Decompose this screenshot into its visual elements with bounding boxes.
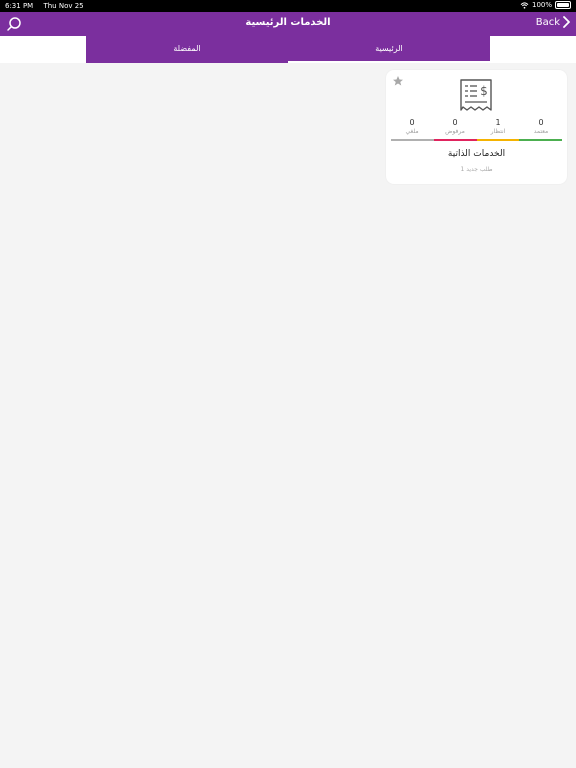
stat-cancelled: 0 ملغي	[390, 118, 434, 135]
stat-value: 0	[538, 118, 544, 127]
service-card[interactable]: $ 0 معتمد 1 انتظار 0 مرفوض 0 ملغي الخدما…	[386, 70, 567, 184]
back-button[interactable]: Back	[536, 16, 570, 28]
bar-rejected	[433, 139, 477, 141]
stat-value: 1	[495, 118, 501, 127]
wifi-icon	[520, 1, 529, 9]
battery-icon	[555, 1, 571, 9]
tab-active-indicator	[288, 61, 490, 63]
status-bar: 6:31 PM Thu Nov 25 100%	[0, 0, 576, 12]
service-name: الخدمات الذاتية	[447, 149, 506, 159]
stat-pending: 1 انتظار	[476, 118, 520, 135]
chevron-right-icon	[563, 16, 570, 28]
tab-bar: المفضلة الرئيسية	[86, 36, 490, 63]
tabs-right-spacer	[490, 36, 576, 63]
tab-favorites[interactable]: المفضلة	[86, 36, 288, 63]
battery-percent: 100%	[531, 1, 552, 9]
stat-value: 0	[409, 118, 415, 127]
stat-value: 0	[452, 118, 458, 127]
receipt-dollar-icon: $	[460, 79, 492, 111]
tab-main[interactable]: الرئيسية	[288, 36, 490, 63]
bar-approved	[519, 139, 562, 141]
stat-label: ملغي	[405, 128, 419, 135]
star-icon[interactable]	[392, 75, 404, 87]
stat-rejected: 0 مرفوض	[433, 118, 477, 135]
bar-pending	[476, 139, 520, 141]
service-subtitle: 1 طلب جديد	[460, 166, 493, 173]
page-title: الخدمات الرئيسية	[245, 17, 331, 28]
stat-label: معتمد	[533, 128, 549, 135]
stat-approved: 0 معتمد	[519, 118, 563, 135]
bar-cancelled	[391, 139, 434, 141]
tab-main-label: الرئيسية	[375, 44, 403, 53]
tabs-left-spacer	[0, 36, 86, 63]
back-label: Back	[535, 16, 560, 28]
stat-label: مرفوض	[445, 128, 465, 135]
stat-label: انتظار	[490, 128, 506, 135]
status-date: Thu Nov 25	[43, 2, 84, 10]
navbar: الخدمات الرئيسية Back	[0, 12, 576, 36]
svg-text:$: $	[480, 84, 488, 98]
status-time: 6:31 PM	[5, 2, 34, 10]
status-color-bar	[391, 139, 562, 141]
